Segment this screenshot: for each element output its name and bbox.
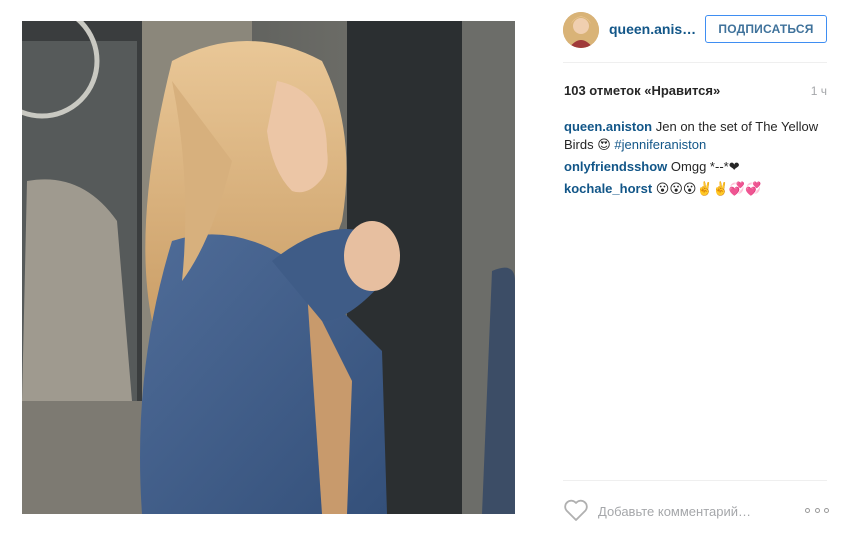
more-options-icon[interactable] [805, 504, 829, 516]
comment-username[interactable]: kochale_horst [564, 181, 652, 196]
comment-username[interactable]: queen.aniston [564, 119, 652, 134]
post-time: 1 ч [810, 84, 827, 98]
avatar[interactable] [563, 12, 599, 48]
avatar-image [563, 12, 599, 48]
divider [563, 62, 827, 63]
comment-item: kochale_horst 😮😮😮✌️✌️💞💞 [564, 180, 830, 198]
post-footer [515, 494, 847, 530]
comment-input[interactable] [598, 500, 798, 522]
like-button[interactable] [563, 498, 589, 522]
comments-list: queen.aniston Jen on the set of The Yell… [564, 118, 830, 202]
comment-text: 😮😮😮✌️✌️💞💞 [655, 181, 762, 196]
comment-text: Omgg *--*❤ [670, 159, 740, 174]
post-username[interactable]: queen.anis… [609, 21, 696, 37]
follow-button[interactable]: ПОДПИСАТЬСЯ [705, 15, 827, 43]
hashtag-link[interactable]: #jenniferaniston [614, 137, 706, 152]
dot [824, 507, 829, 513]
comment-item: queen.aniston Jen on the set of The Yell… [564, 118, 830, 154]
dot [805, 507, 810, 513]
post-sidebar: queen.anis… ПОДПИСАТЬСЯ 103 отметок «Нра… [515, 0, 847, 536]
likes-count[interactable]: 103 отметок «Нравится» [564, 83, 720, 98]
comment-username[interactable]: onlyfriendsshow [564, 159, 667, 174]
post-photo[interactable] [22, 21, 515, 514]
dot [814, 507, 820, 513]
heart-outline-icon [564, 499, 588, 521]
post-header: queen.anis… ПОДПИСАТЬСЯ [515, 0, 847, 62]
post-photo-image [22, 21, 515, 514]
divider [563, 480, 827, 481]
comment-item: onlyfriendsshow Omgg *--*❤ [564, 158, 830, 176]
